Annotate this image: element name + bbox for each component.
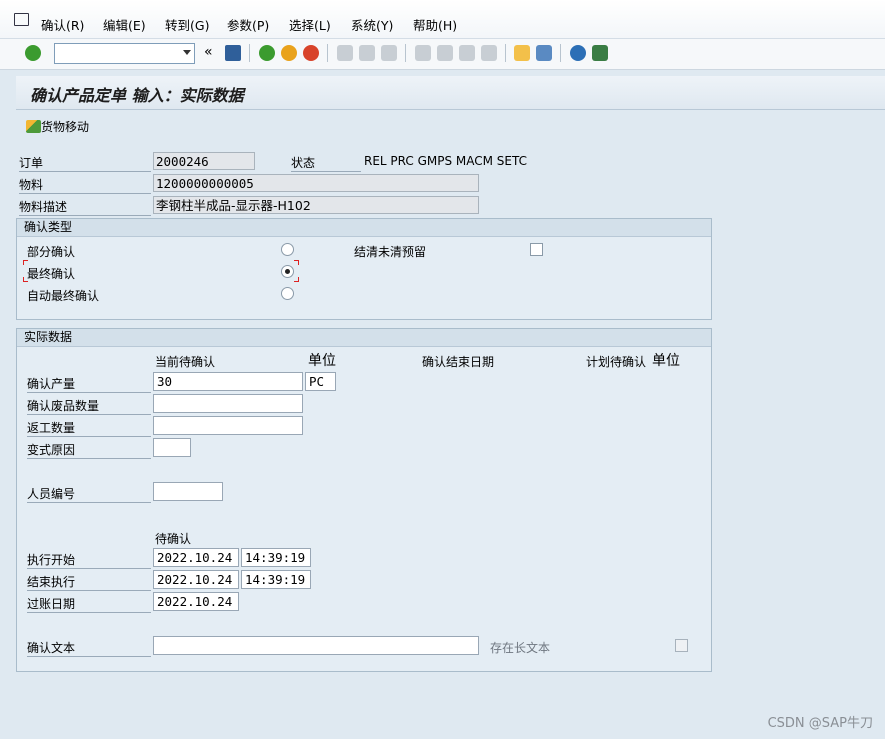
new-session-icon[interactable]	[514, 45, 530, 61]
print-icon[interactable]	[337, 45, 353, 61]
status-value: REL PRC GMPS MACM SETC	[364, 154, 528, 168]
actual-data-title: 实际数据	[17, 329, 711, 347]
material-field: 1200000000005	[153, 174, 479, 192]
help-icon[interactable]	[570, 45, 586, 61]
partial-confirm-label: 部分确认	[27, 245, 76, 259]
material-label: 物料	[19, 176, 151, 194]
posting-date-input[interactable]: 2022.10.24	[153, 592, 239, 611]
save-icon[interactable]	[225, 45, 241, 61]
collapse-toolbar-icon[interactable]: «	[204, 44, 213, 60]
goods-movement-button[interactable]: 货物移动	[26, 118, 89, 135]
variance-reason-input[interactable]	[153, 438, 191, 457]
focus-mark-tr	[294, 260, 299, 265]
find-icon[interactable]	[359, 45, 375, 61]
col-current-label: 当前待确认	[155, 355, 216, 369]
layout-icon[interactable]	[592, 45, 608, 61]
menu-system[interactable]: 系统(Y)	[351, 15, 393, 34]
clear-reservation-checkbox[interactable]	[530, 243, 543, 256]
last-page-icon[interactable]	[481, 45, 497, 61]
exec-end-time-input[interactable]: 14:39:19	[241, 570, 311, 589]
watermark: CSDN @SAP牛刀	[767, 716, 873, 731]
confirm-text-label: 确认文本	[27, 639, 151, 657]
long-text-label: 存在长文本	[490, 641, 551, 655]
scrap-label: 确认废品数量	[27, 397, 151, 415]
enter-icon[interactable]	[25, 45, 41, 61]
command-field[interactable]	[54, 43, 195, 64]
scrap-input[interactable]	[153, 394, 303, 413]
menu-select[interactable]: 选择(L)	[289, 15, 331, 34]
exec-start-label: 执行开始	[27, 551, 151, 569]
prev-page-icon[interactable]	[437, 45, 453, 61]
exec-start-time-input[interactable]: 14:39:19	[241, 548, 311, 567]
title-bar: 确认产品定单 输入：实际数据	[16, 76, 885, 110]
partial-confirm-radio[interactable]	[281, 243, 294, 256]
focus-mark-br	[294, 277, 299, 282]
col-planned-label: 计划待确认	[586, 355, 647, 369]
focus-mark-tl	[23, 260, 28, 265]
back-icon[interactable]	[259, 45, 275, 61]
final-confirm-label: 最终确认	[27, 267, 76, 281]
menu-parameters[interactable]: 参数(P)	[227, 15, 269, 34]
chevron-down-icon[interactable]	[183, 50, 191, 55]
yield-input[interactable]: 30	[153, 372, 303, 391]
exec-end-date-input[interactable]: 2022.10.24	[153, 570, 239, 589]
material-desc-field: 李钢柱半成品-显示器-H102	[153, 196, 479, 214]
order-field: 2000246	[153, 152, 255, 170]
pending-label: 待确认	[155, 532, 192, 546]
rework-input[interactable]	[153, 416, 303, 435]
next-page-icon[interactable]	[459, 45, 475, 61]
confirm-type-group: 确认类型	[16, 218, 712, 320]
page-title: 确认产品定单 输入：实际数据	[30, 86, 244, 105]
menu-goto[interactable]: 转到(G)	[165, 15, 209, 34]
goods-movement-label: 货物移动	[41, 120, 90, 134]
exit-icon[interactable]	[281, 45, 297, 61]
confirm-text-input[interactable]	[153, 636, 479, 655]
goods-movement-icon	[26, 120, 41, 133]
clear-reservation-label: 结清未清预留	[354, 245, 427, 259]
menu-edit[interactable]: 编辑(E)	[103, 15, 146, 34]
application-toolbar: 货物移动	[16, 112, 885, 142]
menu-confirm[interactable]: 确认(R)	[41, 15, 84, 34]
shortcut-icon[interactable]	[536, 45, 552, 61]
focus-mark-bl	[23, 277, 28, 282]
exec-end-label: 结束执行	[27, 573, 151, 591]
cancel-icon[interactable]	[303, 45, 319, 61]
menu-bar: 确认(R) 编辑(E) 转到(G) 参数(P) 选择(L) 系统(Y) 帮助(H…	[0, 0, 885, 39]
first-page-icon[interactable]	[415, 45, 431, 61]
yield-label: 确认产量	[27, 375, 151, 393]
material-desc-label: 物料描述	[19, 198, 151, 216]
personnel-input[interactable]	[153, 482, 223, 501]
col-unit-label: 单位	[308, 353, 336, 369]
order-label: 订单	[19, 154, 151, 172]
personnel-label: 人员编号	[27, 485, 151, 503]
col-unit2-label: 单位	[652, 353, 680, 369]
auto-final-confirm-label: 自动最终确认	[27, 289, 100, 303]
col-end-date-label: 确认结束日期	[422, 355, 495, 369]
window-menu-icon[interactable]	[14, 13, 29, 26]
exec-start-date-input[interactable]: 2022.10.24	[153, 548, 239, 567]
variance-reason-label: 变式原因	[27, 441, 151, 459]
status-label: 状态	[291, 154, 361, 172]
auto-final-confirm-radio[interactable]	[281, 287, 294, 300]
standard-toolbar: «	[0, 39, 885, 70]
final-confirm-radio[interactable]	[281, 265, 294, 278]
rework-label: 返工数量	[27, 419, 151, 437]
confirm-type-title: 确认类型	[17, 219, 711, 237]
menu-help[interactable]: 帮助(H)	[413, 15, 457, 34]
posting-date-label: 过账日期	[27, 595, 151, 613]
find-next-icon[interactable]	[381, 45, 397, 61]
yield-unit-input[interactable]: PC	[305, 372, 336, 391]
long-text-checkbox	[675, 639, 688, 652]
